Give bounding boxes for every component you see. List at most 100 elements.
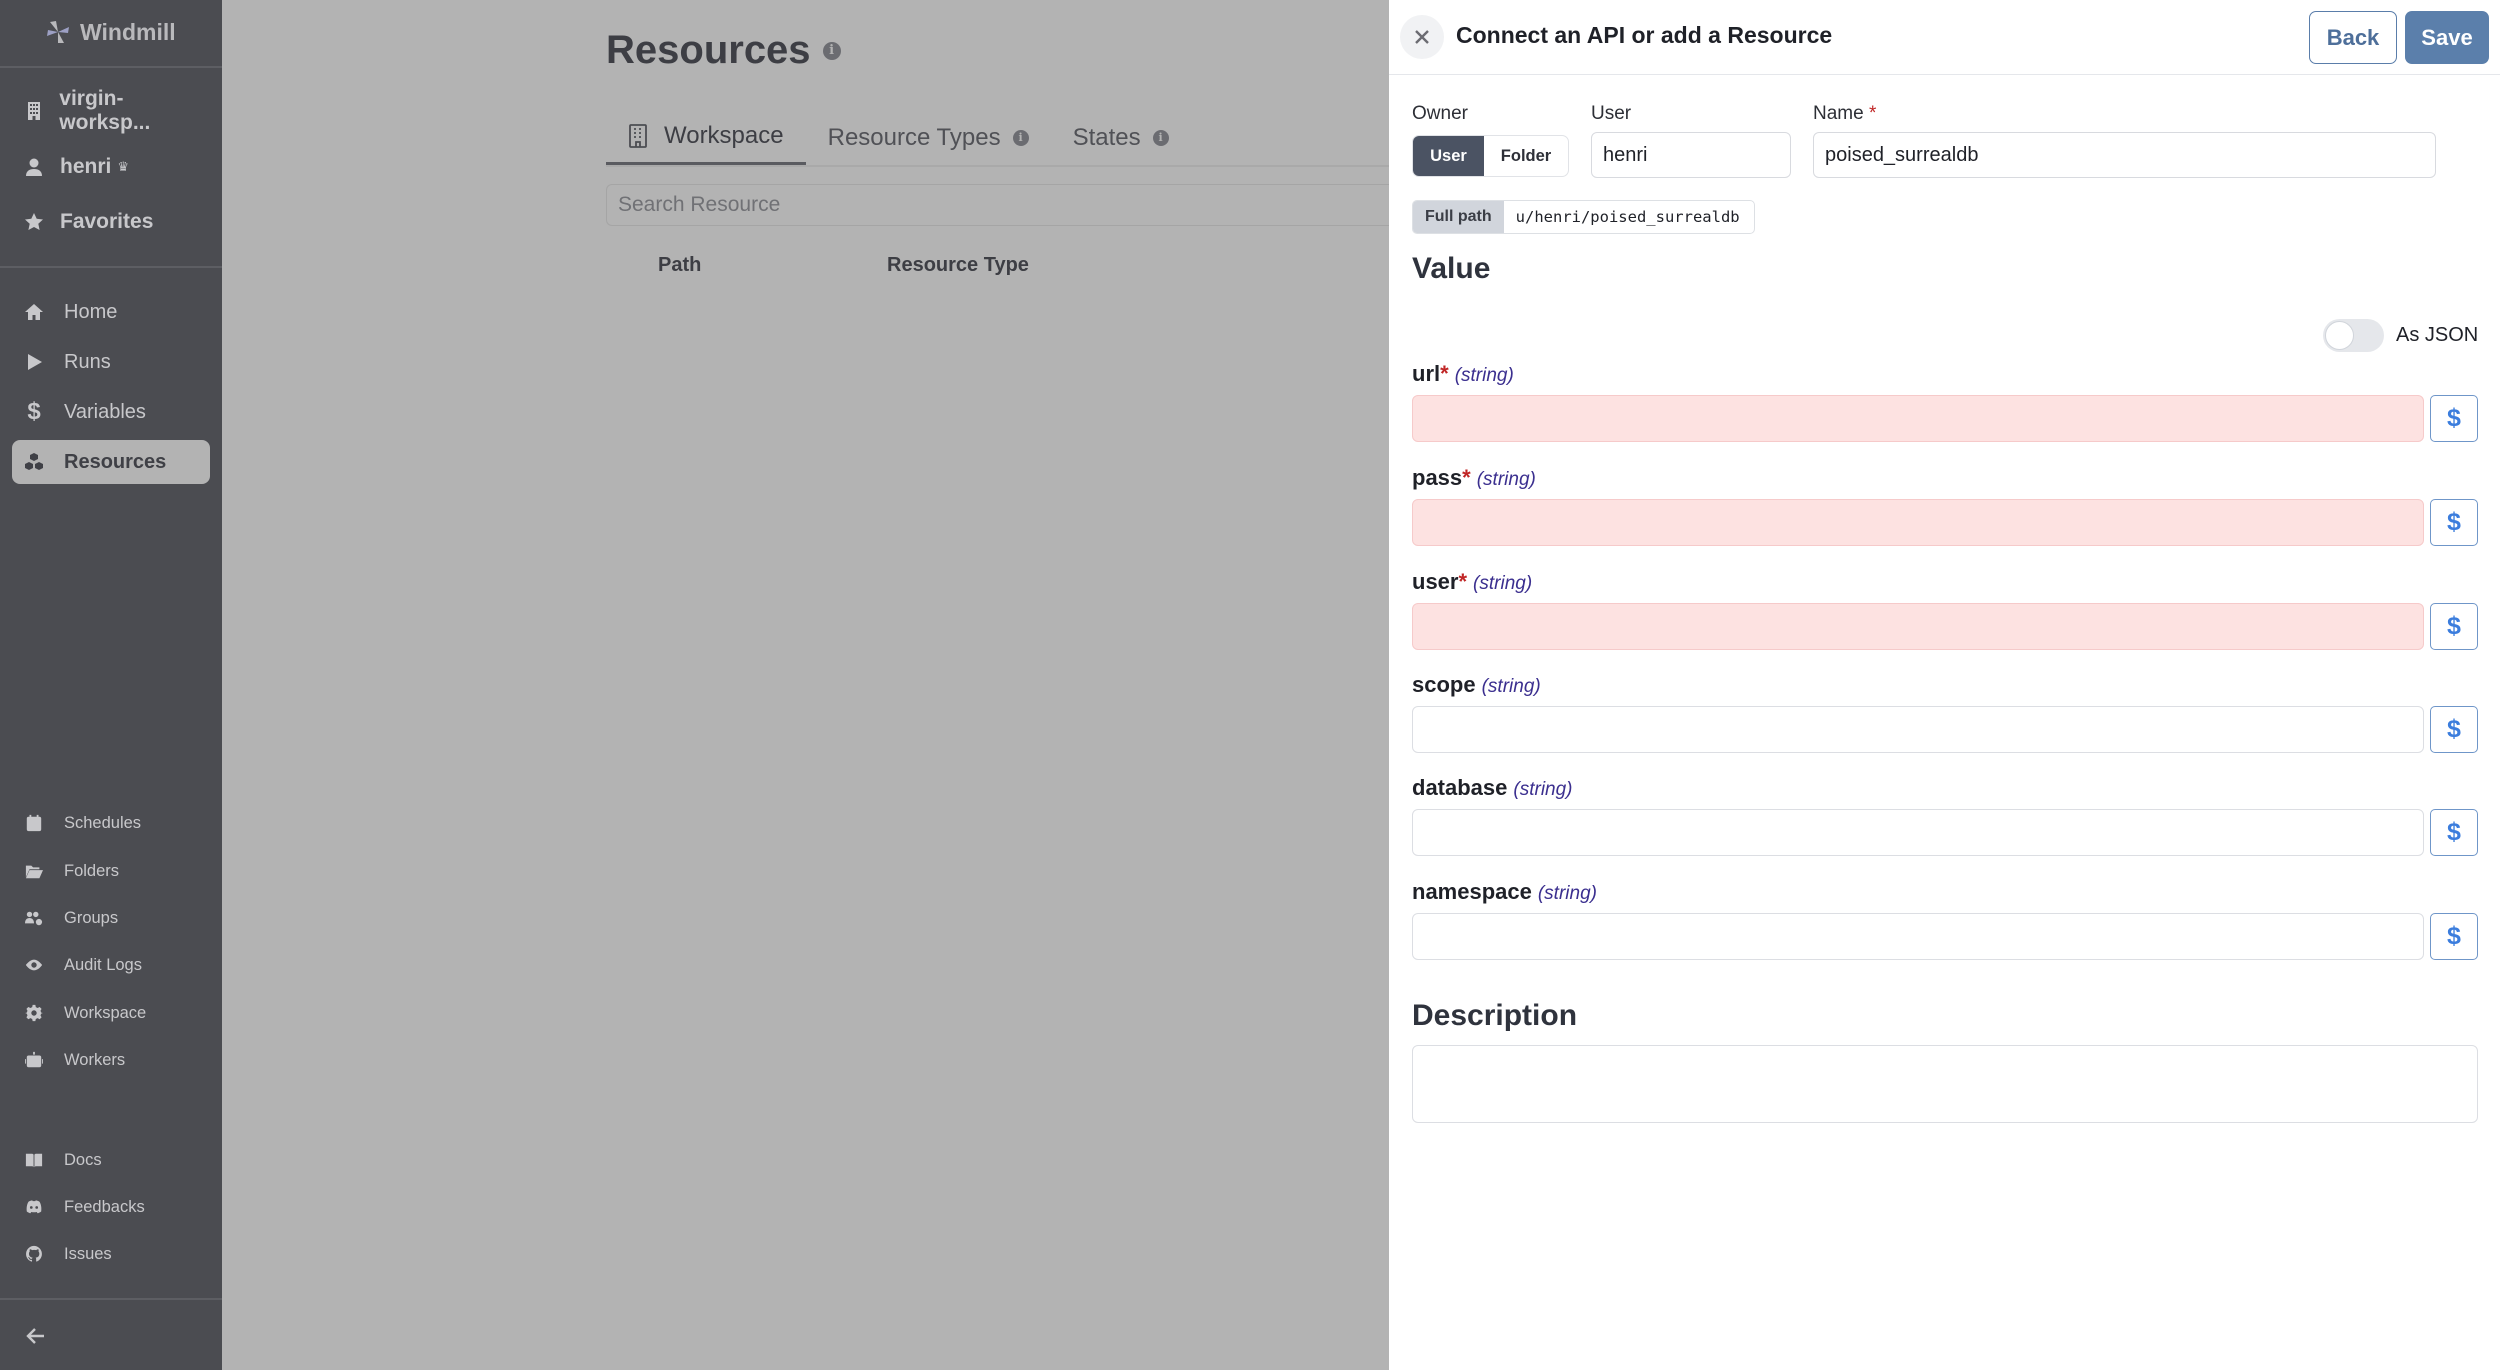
sidebar-item-folders[interactable]: Folders — [12, 849, 210, 893]
arrow-left-icon — [26, 1328, 44, 1344]
info-icon[interactable]: i — [1152, 129, 1169, 146]
info-icon[interactable]: i — [822, 41, 841, 60]
name-input[interactable] — [1813, 132, 2436, 178]
sidebar-item-resources[interactable]: Resources — [12, 440, 210, 484]
insert-variable-button[interactable]: $ — [2430, 499, 2478, 546]
robot-icon — [22, 1048, 46, 1072]
github-icon — [22, 1242, 46, 1266]
as-json-toggle[interactable]: As JSON — [2323, 319, 2478, 352]
back-button[interactable]: Back — [2309, 11, 2397, 64]
collapse-sidebar-button[interactable] — [22, 1322, 50, 1350]
field-name: namespace — [1412, 879, 1532, 904]
owner-option-folder[interactable]: Folder — [1484, 136, 1568, 176]
field-type-hint: (string) — [1481, 676, 1541, 697]
sidebar-item-label: Docs — [64, 1150, 102, 1169]
sidebar-item-label: Issues — [64, 1244, 112, 1263]
tab-label: Resource Types — [827, 123, 1001, 151]
page-title: Resources i — [606, 28, 841, 73]
resource-tabs: Workspace Resource Types i States i — [606, 110, 1389, 167]
sidebar-item-label: Workspace — [64, 1003, 147, 1022]
sidebar-item-label: Variables — [64, 400, 146, 423]
description-textarea[interactable] — [1412, 1045, 2478, 1123]
sidebar-item-home[interactable]: Home — [12, 290, 210, 334]
user-input[interactable] — [1591, 132, 1791, 178]
field-input-namespace[interactable] — [1412, 913, 2424, 960]
search-resource-input[interactable] — [606, 184, 1396, 226]
cubes-icon — [22, 450, 46, 474]
as-json-label: As JSON — [2396, 324, 2479, 346]
tab-states[interactable]: States i — [1051, 110, 1191, 165]
field-name: url — [1412, 361, 1441, 386]
field-name: user — [1412, 569, 1459, 594]
sidebar-item-label: Workers — [64, 1050, 126, 1069]
tab-resource-types[interactable]: Resource Types i — [806, 110, 1051, 165]
field-type-hint: (string) — [1473, 573, 1533, 594]
tab-workspace[interactable]: Workspace — [606, 110, 806, 165]
sidebar-favorites[interactable]: Favorites — [12, 200, 210, 244]
sidebar-divider — [0, 1298, 222, 1300]
full-path-label: Full path — [1413, 201, 1504, 233]
sidebar-item-feedbacks[interactable]: Feedbacks — [12, 1185, 210, 1229]
user-label: User — [1591, 103, 1632, 124]
column-header-path[interactable]: Path — [658, 254, 701, 277]
description-heading: Description — [1412, 999, 1578, 1032]
save-button[interactable]: Save — [2405, 11, 2489, 64]
folder-open-icon — [22, 859, 46, 883]
close-drawer-button[interactable] — [1400, 15, 1444, 59]
insert-variable-button[interactable]: $ — [2430, 395, 2478, 442]
field-label-namespace: namespace (string) — [1412, 879, 1597, 905]
full-path-display: Full path u/henri/poised_surrealdb — [1412, 200, 1755, 234]
crown-icon: ♛ — [117, 159, 129, 174]
discord-icon — [22, 1195, 46, 1219]
sidebar-item-label: Runs — [64, 350, 111, 373]
field-input-scope[interactable] — [1412, 706, 2424, 753]
full-path-value[interactable]: u/henri/poised_surrealdb — [1504, 201, 1754, 233]
field-input-url[interactable] — [1412, 395, 2424, 442]
star-icon — [22, 210, 46, 234]
field-name: pass — [1412, 465, 1463, 490]
owner-option-user[interactable]: User — [1413, 136, 1484, 176]
tab-label: States — [1072, 123, 1141, 151]
field-input-database[interactable] — [1412, 809, 2424, 856]
sidebar-item-audit-logs[interactable]: Audit Logs — [12, 943, 210, 987]
required-marker: * — [1440, 361, 1449, 386]
windmill-logo[interactable]: Windmill — [44, 14, 176, 50]
page-title-text: Resources — [606, 28, 811, 72]
play-icon — [22, 350, 46, 374]
field-type-hint: (string) — [1476, 469, 1536, 490]
field-input-pass[interactable] — [1412, 499, 2424, 546]
insert-variable-button[interactable]: $ — [2430, 809, 2478, 856]
sidebar-item-label: Groups — [64, 908, 119, 927]
sidebar-divider — [0, 66, 222, 68]
insert-variable-button[interactable]: $ — [2430, 603, 2478, 650]
value-heading: Value — [1412, 252, 1491, 285]
drawer-title: Connect an API or add a Resource — [1456, 22, 1833, 48]
insert-variable-button[interactable]: $ — [2430, 706, 2478, 753]
sidebar-item-label: Folders — [64, 861, 120, 880]
insert-variable-button[interactable]: $ — [2430, 913, 2478, 960]
sidebar-item-workers[interactable]: Workers — [12, 1038, 210, 1082]
sidebar-item-workspace[interactable]: Workspace — [12, 991, 210, 1035]
column-header-resource-type[interactable]: Resource Type — [887, 254, 1029, 277]
sidebar-workspace-selector[interactable]: virgin-worksp... — [12, 87, 210, 134]
sidebar-user-menu[interactable]: henri ♛ — [12, 145, 210, 189]
sidebar-item-runs[interactable]: Runs — [12, 340, 210, 384]
info-icon[interactable]: i — [1012, 129, 1029, 146]
sidebar-item-label: Schedules — [64, 813, 142, 832]
sidebar-item-groups[interactable]: Groups — [12, 896, 210, 940]
field-type-hint: (string) — [1513, 779, 1573, 800]
workspace-name: virgin-worksp... — [59, 87, 151, 134]
sidebar-item-variables[interactable]: $ Variables — [12, 390, 210, 434]
required-marker: * — [1462, 465, 1471, 490]
field-input-user[interactable] — [1412, 603, 2424, 650]
sidebar-item-docs[interactable]: Docs — [12, 1138, 210, 1182]
sidebar-item-schedules[interactable]: Schedules — [12, 801, 210, 845]
sidebar-item-issues[interactable]: Issues — [12, 1232, 210, 1276]
field-name: database — [1412, 775, 1508, 800]
owner-toggle: User Folder — [1412, 135, 1569, 177]
toggle-track[interactable] — [2323, 319, 2384, 352]
dollar-icon: $ — [27, 398, 41, 425]
sidebar: Windmill virgin-worksp... henri ♛ Favori… — [0, 0, 222, 1370]
logo-text: Windmill — [80, 18, 176, 45]
sidebar-item-label: Audit Logs — [64, 955, 142, 974]
